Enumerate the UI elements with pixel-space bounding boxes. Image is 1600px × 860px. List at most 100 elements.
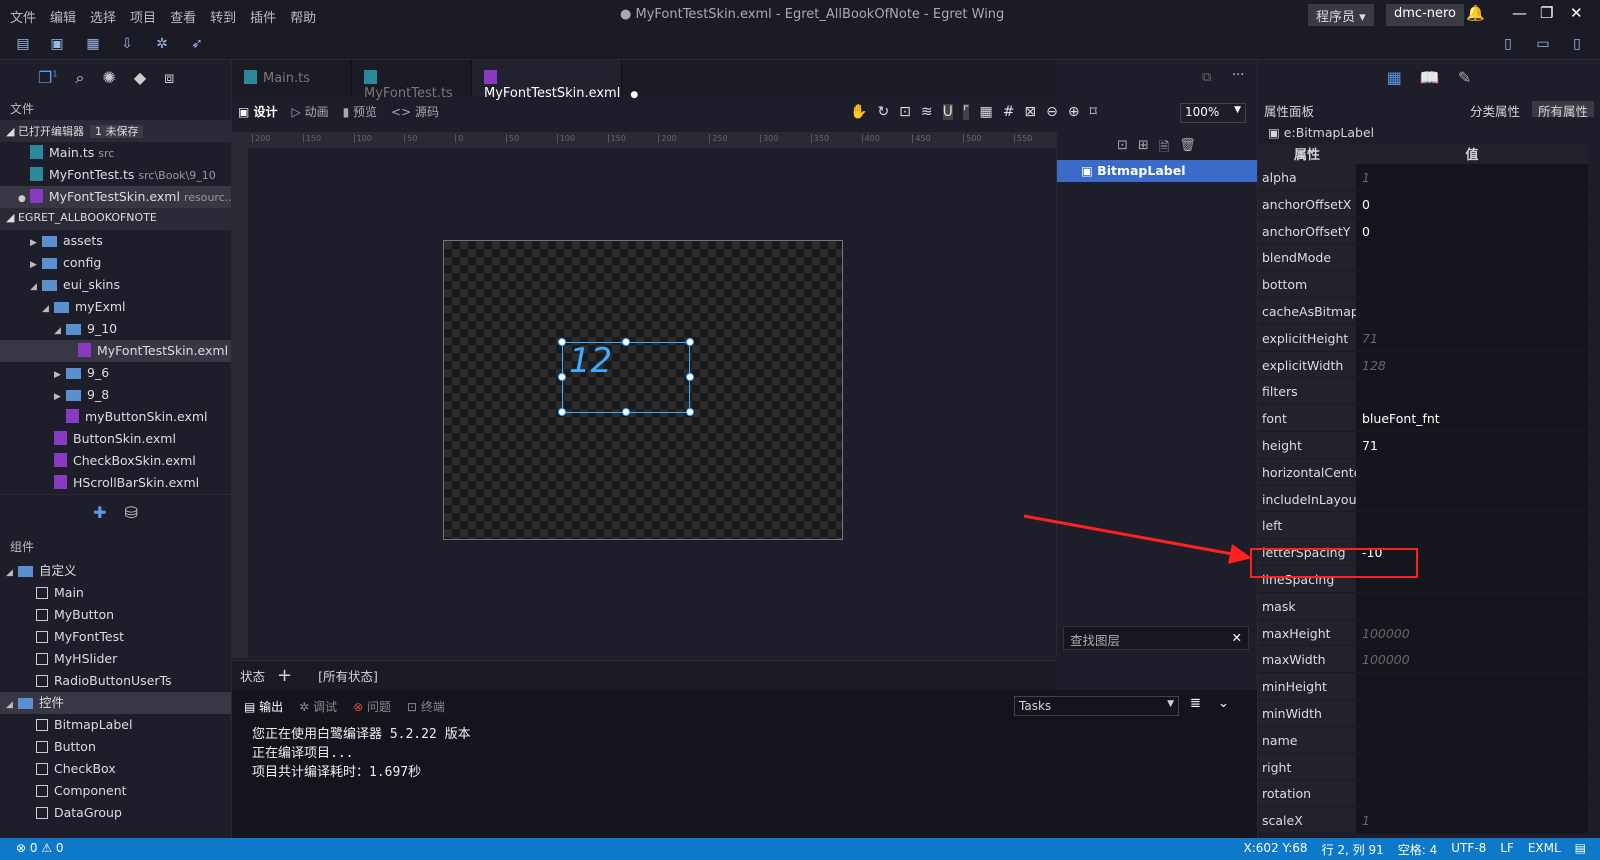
custom-group[interactable]: ◢ 自定义 (0, 560, 231, 582)
component-item[interactable]: BitmapLabel (0, 714, 231, 736)
code-icon[interactable]: 🗎 (1159, 138, 1169, 160)
component-item[interactable]: RadioButtonUserTs (0, 670, 231, 692)
zoom-select[interactable]: 100% ▼ (1180, 103, 1246, 123)
resize-handle[interactable] (558, 338, 566, 346)
save-icon[interactable]: ▣ (48, 36, 66, 54)
ungroup-icon[interactable]: ⊞ (1138, 138, 1149, 160)
resize-handle[interactable] (558, 408, 566, 416)
tree-item[interactable]: CheckBoxSkin.exml (0, 450, 231, 472)
explorer-icon[interactable]: ❐1 (38, 68, 57, 88)
expand-arrow-icon[interactable]: ▶ (30, 254, 42, 276)
user-button[interactable]: dmc-nero (1386, 4, 1465, 26)
menu-item[interactable]: 编辑 (50, 7, 76, 26)
clear-icon[interactable]: ✕ (1232, 630, 1242, 645)
hand-icon[interactable]: ✋ (850, 104, 867, 120)
toggle-right-panel-icon[interactable]: ▯ (1568, 36, 1586, 54)
state-all[interactable]: [所有状态] (304, 666, 392, 685)
fit-icon[interactable]: ⌑ (1090, 104, 1097, 120)
library-icon[interactable]: ⛁ (125, 503, 138, 530)
clear-output-icon[interactable]: ≣ (1190, 696, 1201, 711)
property-value-input[interactable]: 71 (1356, 324, 1588, 351)
line-col[interactable]: 行 2, 列 91 (1322, 841, 1384, 858)
component-item[interactable]: CheckBox (0, 758, 231, 780)
tab-debug[interactable]: ✲ 调试 (299, 698, 337, 715)
lock-icon[interactable]: ⊡ (899, 104, 911, 120)
property-value-input[interactable] (1356, 592, 1588, 619)
component-item[interactable]: Component (0, 780, 231, 802)
tree-item[interactable]: ◢ 9_10 (0, 318, 231, 340)
problems-count[interactable]: ⊗ 0 ⚠ 0 (16, 841, 64, 855)
minimize-icon[interactable]: — (1512, 4, 1527, 22)
component-item[interactable]: MyHSlider (0, 648, 231, 670)
property-value-input[interactable]: 1 (1356, 807, 1588, 833)
resources-icon[interactable]: ⧈ (164, 68, 174, 88)
property-value-input[interactable]: 1 (1356, 164, 1588, 190)
menu-item[interactable]: 查看 (170, 7, 196, 26)
image-icon[interactable]: ⊠ (1024, 104, 1036, 120)
component-item[interactable]: Main (0, 582, 231, 604)
close-icon[interactable]: ✕ (1570, 4, 1583, 22)
docs-tab-icon[interactable]: 📖 (1420, 68, 1440, 96)
more-icon[interactable]: ··· (1232, 68, 1244, 83)
tasks-select[interactable]: Tasks ▼ (1014, 696, 1179, 716)
property-value-input[interactable]: 0 (1356, 217, 1588, 244)
property-value-input[interactable] (1356, 699, 1588, 726)
extensions-icon[interactable]: ✺ (102, 68, 115, 88)
tree-item[interactable]: MyFontTestSkin.exml (0, 340, 231, 362)
expand-arrow-icon[interactable]: ▶ (30, 232, 42, 254)
tab-output[interactable]: ▤ 输出 (244, 698, 283, 715)
tree-item[interactable]: ▶ 9_6 (0, 362, 231, 384)
group-icon[interactable]: ⊡ (1117, 138, 1128, 160)
all-properties-button[interactable]: 所有属性 (1531, 101, 1594, 119)
git-icon[interactable]: ◆ (134, 68, 146, 88)
property-value-input[interactable]: 0 (1356, 190, 1588, 217)
encoding[interactable]: UTF-8 (1451, 841, 1486, 858)
property-value-input[interactable] (1356, 378, 1588, 405)
menu-item[interactable]: 插件 (250, 7, 276, 26)
property-value-input[interactable] (1356, 726, 1588, 753)
categorized-button[interactable]: 分类属性 (1470, 101, 1520, 119)
magnet-icon[interactable]: U (942, 104, 953, 120)
resize-handle[interactable] (622, 338, 630, 346)
tab-main-ts[interactable]: Main.ts (232, 60, 352, 96)
property-value-input[interactable] (1356, 512, 1588, 539)
property-value-input[interactable] (1356, 780, 1588, 807)
property-value-input[interactable]: 71 (1356, 431, 1588, 458)
mode-design[interactable]: ▣ 设计 (238, 103, 278, 119)
mode-preview[interactable]: ▮ 预览 (343, 103, 377, 119)
tree-item[interactable]: ◢ eui_skins (0, 274, 231, 296)
component-item[interactable]: MyButton (0, 604, 231, 626)
add-state-button[interactable]: + (277, 665, 292, 686)
property-value-input[interactable] (1356, 485, 1588, 512)
expand-arrow-icon[interactable]: ◢ (42, 298, 54, 320)
bell-icon[interactable]: 🔔 (1466, 4, 1485, 22)
resize-handle[interactable] (686, 373, 694, 381)
restore-icon[interactable]: ❐ (1540, 4, 1553, 22)
expand-arrow-icon[interactable]: ▶ (54, 364, 66, 386)
tree-item[interactable]: ◢ myExml (0, 296, 231, 318)
component-item[interactable]: MyFontTest (0, 626, 231, 648)
publish-icon[interactable]: ⇩ (118, 36, 136, 54)
resize-handle[interactable] (622, 408, 630, 416)
properties-tab-icon[interactable]: ▦ (1387, 68, 1402, 96)
split-editor-icon[interactable]: ⧉ (1202, 70, 1211, 85)
property-value-input[interactable] (1356, 673, 1588, 699)
resize-handle[interactable] (558, 373, 566, 381)
feedback-icon[interactable]: ▤ (1575, 841, 1586, 858)
style-tab-icon[interactable]: ✎ (1458, 68, 1471, 96)
expand-arrow-icon[interactable]: ◢ (30, 276, 42, 298)
run-icon[interactable]: ➶ (188, 36, 206, 54)
tree-item[interactable]: myButtonSkin.exml (0, 406, 231, 428)
controls-group[interactable]: ◢ 控件 (0, 692, 231, 714)
open-file-item[interactable]: MyFontTest.ts src\Book\9_10 (0, 164, 231, 186)
menu-item[interactable]: 转到 (210, 7, 236, 26)
collapse-icon[interactable]: ⌄ (1218, 696, 1229, 711)
line-ending[interactable]: LF (1500, 841, 1514, 858)
debug-icon[interactable]: ✲ (153, 36, 171, 54)
grid-icon[interactable]: ▦ (979, 104, 992, 120)
menu-item[interactable]: 项目 (130, 7, 156, 26)
plugin-icon[interactable]: ✚ (93, 503, 106, 530)
menu-item[interactable]: 帮助 (290, 7, 316, 26)
mode-source[interactable]: <> 源码 (391, 103, 439, 119)
menu-item[interactable]: 文件 (10, 7, 36, 26)
